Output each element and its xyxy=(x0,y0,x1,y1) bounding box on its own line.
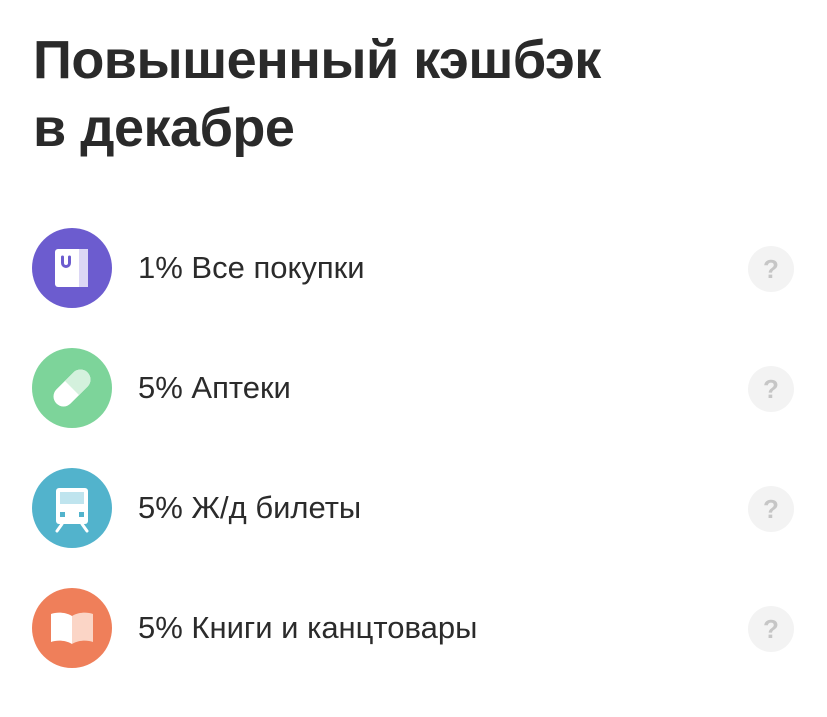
category-row-books-stationery[interactable]: 5% Книги и канцтовары ? xyxy=(32,588,802,668)
train-icon xyxy=(55,488,89,533)
category-icon-badge xyxy=(32,228,112,308)
category-label: 1% Все покупки xyxy=(138,250,365,285)
category-label: 5% Книги и канцтовары xyxy=(138,610,478,645)
page-title: Повышенный кэшбэк в декабре xyxy=(33,26,793,162)
help-button[interactable]: ? xyxy=(748,246,794,292)
question-mark-icon: ? xyxy=(763,254,779,284)
question-mark-icon: ? xyxy=(763,494,779,524)
category-label: 5% Аптеки xyxy=(138,370,291,405)
category-icon-badge xyxy=(32,588,112,668)
page-title-line-2: в декабре xyxy=(33,98,295,158)
help-button[interactable]: ? xyxy=(748,486,794,532)
help-button[interactable]: ? xyxy=(748,606,794,652)
question-mark-icon: ? xyxy=(763,374,779,404)
book-icon xyxy=(51,612,93,644)
category-row-all-purchases[interactable]: 1% Все покупки ? xyxy=(32,228,802,308)
page-title-line-1: Повышенный кэшбэк xyxy=(33,30,601,90)
category-row-pharmacies[interactable]: 5% Аптеки ? xyxy=(32,348,802,428)
category-icon-badge xyxy=(32,468,112,548)
shopping-bag-icon xyxy=(55,249,88,287)
help-button[interactable]: ? xyxy=(748,366,794,412)
question-mark-icon: ? xyxy=(763,614,779,644)
category-icon-badge xyxy=(32,348,112,428)
category-label: 5% Ж/д билеты xyxy=(138,490,362,525)
category-row-train-tickets[interactable]: 5% Ж/д билеты ? xyxy=(32,468,802,548)
cashback-category-list: 1% Все покупки ? 5% Аптеки ? 5% Ж/д биле… xyxy=(32,228,802,708)
pill-icon xyxy=(53,369,91,407)
